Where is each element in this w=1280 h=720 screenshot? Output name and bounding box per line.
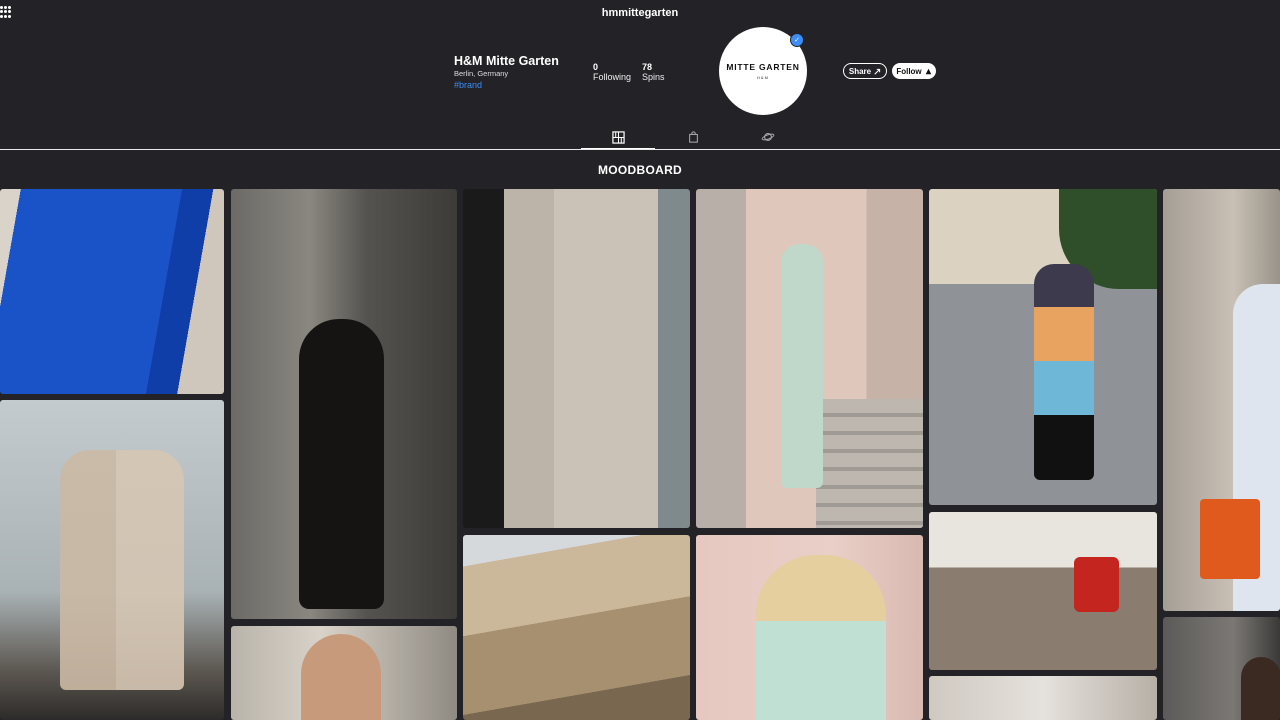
moodboard-image <box>0 189 224 394</box>
profile-handle: hmmittegarten <box>601 7 679 19</box>
couple-figures-shape <box>60 450 184 690</box>
woman-leather-dress-shape <box>299 319 384 609</box>
stat-following[interactable]: 0 Following <box>593 62 631 82</box>
moodboard-tile[interactable] <box>929 512 1157 670</box>
shopping-bag-icon <box>688 131 698 143</box>
moodboard-tile[interactable] <box>463 189 690 528</box>
moodboard-image <box>463 189 690 528</box>
moodboard-tile[interactable] <box>231 189 457 619</box>
tab-moodboard[interactable] <box>581 126 655 150</box>
moodboard-tile[interactable] <box>929 189 1157 505</box>
avatar-logo-sub: H&M <box>757 75 769 80</box>
colorful-dress-figure-shape <box>1034 264 1094 480</box>
follow-button[interactable]: Follow <box>892 63 936 79</box>
follow-label: Follow <box>896 66 922 76</box>
moodboard-image <box>463 535 690 720</box>
mint-suit-figure-shape <box>781 244 823 488</box>
moodboard-tile[interactable] <box>463 535 690 720</box>
tab-explore[interactable] <box>731 126 805 148</box>
profile-location: Berlin, Germany <box>454 69 509 78</box>
moodboard-grid-icon <box>611 130 625 144</box>
planet-icon <box>761 133 775 141</box>
share-button[interactable]: Share <box>843 63 887 79</box>
profile-tag-link[interactable]: #brand <box>454 80 482 90</box>
man-portrait-shape <box>301 634 381 720</box>
moodboard-image <box>929 512 1157 670</box>
tab-shop[interactable] <box>656 126 730 148</box>
moodboard-tile[interactable] <box>1163 617 1280 720</box>
street-portrait-shape <box>1241 657 1280 720</box>
stat-spins-value: 78 <box>642 62 653 72</box>
moodboard-tile[interactable] <box>696 535 923 720</box>
orange-clutch-shape <box>1200 499 1260 579</box>
stat-spins[interactable]: 78 Spins <box>642 62 665 82</box>
moodboard-image <box>929 676 1157 720</box>
moodboard-tile[interactable] <box>231 626 457 720</box>
moodboard-tile[interactable] <box>929 676 1157 720</box>
follow-triangle-icon <box>925 68 931 74</box>
profile-name: H&M Mitte Garten <box>454 54 559 68</box>
stat-spins-label: Spins <box>642 72 665 82</box>
stairs-shape <box>816 399 923 528</box>
section-title: MOODBOARD <box>597 163 683 177</box>
stat-following-label: Following <box>593 72 632 82</box>
moodboard-tile[interactable] <box>696 189 923 528</box>
verified-check-icon: ✓ <box>790 33 804 47</box>
profile-tabs <box>0 126 1280 150</box>
moodboard-tile[interactable] <box>0 189 224 394</box>
red-garments-shape <box>1074 557 1119 612</box>
avatar-logo-text: MITTE GARTEN <box>726 62 800 72</box>
share-arrow-icon <box>874 68 881 75</box>
moodboard-tile[interactable] <box>0 400 224 720</box>
blonde-figure-shape <box>756 555 886 720</box>
moodboard-tile[interactable] <box>1163 189 1280 611</box>
stat-following-value: 0 <box>593 62 599 72</box>
tabs-divider <box>0 149 1280 150</box>
share-label: Share <box>848 66 872 76</box>
